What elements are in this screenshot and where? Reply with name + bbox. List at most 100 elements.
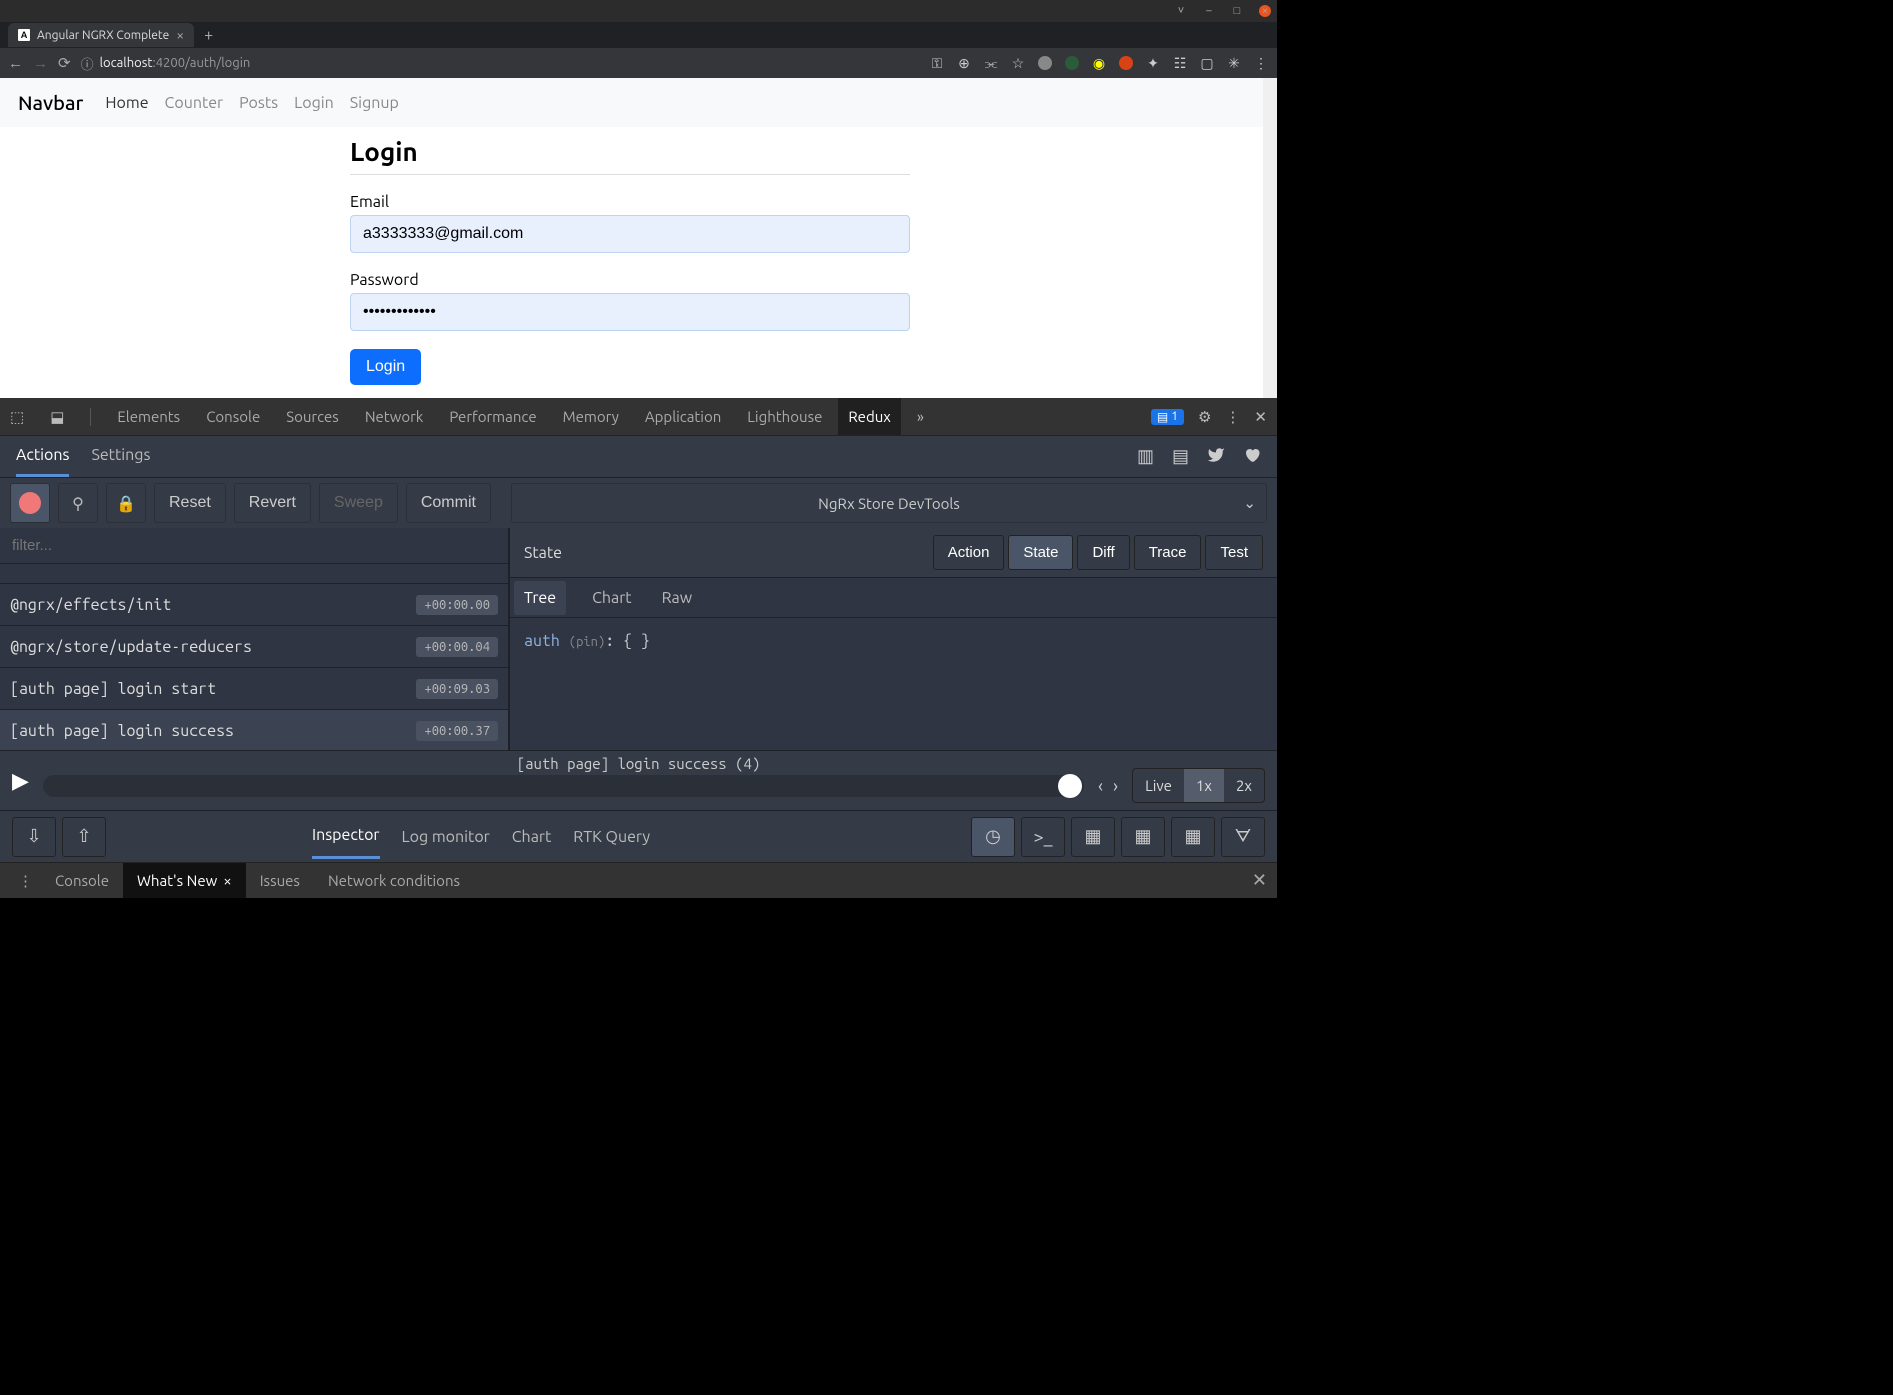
bottom-tab-logmonitor[interactable]: Log monitor xyxy=(402,816,490,858)
commit-button[interactable]: Commit xyxy=(406,483,491,523)
browser-tab[interactable]: A Angular NGRX Complete × xyxy=(8,23,194,47)
tab-network[interactable]: Network xyxy=(365,398,424,435)
kebab-icon[interactable]: ⋮ xyxy=(1225,408,1240,426)
actions-list[interactable]: @ngrx/effects/init +00:00.00 @ngrx/store… xyxy=(0,564,508,750)
bottom-tab-inspector[interactable]: Inspector xyxy=(312,814,380,859)
tab-sources[interactable]: Sources xyxy=(286,398,339,435)
store-selector[interactable]: NgRx Store DevTools ⌄ xyxy=(511,483,1267,523)
state-tab-action[interactable]: Action xyxy=(933,535,1005,570)
menu-icon[interactable]: ⋮ xyxy=(1253,55,1269,71)
reset-button[interactable]: Reset xyxy=(154,483,226,523)
extension-icon[interactable]: ◉ xyxy=(1091,55,1107,71)
pin-icon[interactable]: ⚲ xyxy=(58,483,98,523)
heart-icon[interactable] xyxy=(1243,446,1261,468)
state-tab-trace[interactable]: Trace xyxy=(1134,535,1202,570)
next-icon[interactable]: › xyxy=(1113,776,1118,796)
state-tab-test[interactable]: Test xyxy=(1205,535,1263,570)
forward-button[interactable]: → xyxy=(33,54,48,72)
new-tab-button[interactable]: + xyxy=(194,26,223,44)
inspect-icon[interactable]: ⬚ xyxy=(10,408,24,426)
scrollbar[interactable] xyxy=(1263,78,1277,398)
panel-right-icon[interactable]: ▦ xyxy=(1121,817,1165,857)
slider-thumb[interactable] xyxy=(1058,774,1082,798)
drawer-tab-issues[interactable]: Issues xyxy=(246,863,314,898)
navbar-brand[interactable]: Navbar xyxy=(18,91,83,114)
speed-1x[interactable]: 1x xyxy=(1184,769,1224,802)
nav-link-posts[interactable]: Posts xyxy=(239,94,278,112)
revert-button[interactable]: Revert xyxy=(234,483,311,523)
tab-elements[interactable]: Elements xyxy=(117,398,180,435)
filter-input[interactable] xyxy=(0,528,508,563)
nav-link-home[interactable]: Home xyxy=(105,94,148,112)
terminal-icon[interactable]: >_ xyxy=(1021,817,1065,857)
state-tab-diff[interactable]: Diff xyxy=(1077,535,1129,570)
chat-icon[interactable]: ▤ xyxy=(1172,446,1189,468)
book-icon[interactable]: ▥ xyxy=(1137,446,1154,468)
tab-lighthouse[interactable]: Lighthouse xyxy=(747,398,822,435)
tab-memory[interactable]: Memory xyxy=(563,398,619,435)
drawer-tab-console[interactable]: Console xyxy=(41,863,123,898)
view-tab-chart[interactable]: Chart xyxy=(588,581,636,615)
zoom-icon[interactable]: ⊕ xyxy=(956,55,972,71)
tab-application[interactable]: Application xyxy=(645,398,721,435)
bottom-tab-rtk[interactable]: RTK Query xyxy=(573,816,650,858)
email-field[interactable] xyxy=(350,215,910,253)
view-tab-raw[interactable]: Raw xyxy=(658,581,697,615)
reload-button[interactable]: ⟳ xyxy=(58,54,71,72)
play-icon[interactable]: ▶ xyxy=(12,768,29,794)
minimize-icon[interactable]: ˅ xyxy=(1175,5,1187,17)
state-tab-state[interactable]: State xyxy=(1008,535,1073,570)
nav-link-counter[interactable]: Counter xyxy=(165,94,224,112)
speed-2x[interactable]: 2x xyxy=(1224,769,1264,802)
window-minimize[interactable]: – xyxy=(1203,5,1215,17)
action-row[interactable]: @ngrx/effects/init +00:00.00 xyxy=(0,584,508,626)
action-row-partial[interactable] xyxy=(0,564,508,584)
profile-icon[interactable]: ▢ xyxy=(1199,55,1215,71)
record-button[interactable] xyxy=(10,483,50,523)
panel-left-icon[interactable]: ▦ xyxy=(1071,817,1115,857)
drawer-tab-whatsnew[interactable]: What's New × xyxy=(123,863,246,898)
window-maximize[interactable]: □ xyxy=(1231,5,1243,17)
issues-badge[interactable]: ▤ 1 xyxy=(1151,409,1184,425)
more-tabs-icon[interactable]: » xyxy=(917,408,924,425)
speed-live[interactable]: Live xyxy=(1133,769,1184,802)
reading-list-icon[interactable]: ☷ xyxy=(1172,55,1188,71)
extension-icon[interactable]: ✳ xyxy=(1226,55,1242,71)
clock-icon[interactable]: ◷ xyxy=(971,817,1015,857)
bookmark-icon[interactable]: ☆ xyxy=(1010,55,1026,71)
panel-bottom-icon[interactable]: ▦ xyxy=(1171,817,1215,857)
upload-icon[interactable]: ⇧ xyxy=(62,817,106,857)
lock-icon[interactable]: 🔒 xyxy=(106,483,146,523)
download-icon[interactable]: ⇩ xyxy=(12,817,56,857)
site-info-icon[interactable]: ⓘ xyxy=(81,54,94,73)
key-icon[interactable]: ⚿ xyxy=(929,55,945,71)
redux-tab-settings[interactable]: Settings xyxy=(91,436,150,477)
nav-link-login[interactable]: Login xyxy=(294,94,334,112)
bottom-tab-chart[interactable]: Chart xyxy=(512,816,552,858)
twitter-icon[interactable] xyxy=(1207,446,1225,468)
state-tree[interactable]: auth (pin): { } xyxy=(510,618,1277,750)
extension-icon[interactable] xyxy=(1118,55,1134,71)
gear-icon[interactable]: ⚙ xyxy=(1198,408,1211,426)
drawer-menu-icon[interactable]: ⋮ xyxy=(10,872,41,890)
action-row[interactable]: [auth page] login success +00:00.37 xyxy=(0,710,508,750)
drawer-close-icon[interactable]: ✕ xyxy=(1252,870,1267,891)
action-row[interactable]: @ngrx/store/update-reducers +00:00.04 xyxy=(0,626,508,668)
address-bar[interactable]: ⓘ localhost:4200/auth/login xyxy=(81,54,919,73)
extensions-puzzle-icon[interactable]: ✦ xyxy=(1145,55,1161,71)
close-icon[interactable]: ✕ xyxy=(1254,408,1267,426)
back-button[interactable]: ← xyxy=(8,54,23,72)
prev-icon[interactable]: ‹ xyxy=(1098,776,1103,796)
action-row[interactable]: [auth page] login start +00:09.03 xyxy=(0,668,508,710)
close-icon[interactable]: × xyxy=(223,872,231,889)
login-button[interactable]: Login xyxy=(350,349,421,385)
view-tab-tree[interactable]: Tree xyxy=(514,581,566,615)
device-icon[interactable]: ⬓ xyxy=(50,408,64,426)
close-icon[interactable]: × xyxy=(176,27,184,43)
broadcast-icon[interactable]: ᗊ xyxy=(1221,817,1265,857)
nav-link-signup[interactable]: Signup xyxy=(350,94,399,112)
window-close[interactable]: × xyxy=(1259,5,1271,17)
tab-console[interactable]: Console xyxy=(206,398,260,435)
tab-performance[interactable]: Performance xyxy=(449,398,536,435)
tab-redux[interactable]: Redux xyxy=(838,398,901,435)
